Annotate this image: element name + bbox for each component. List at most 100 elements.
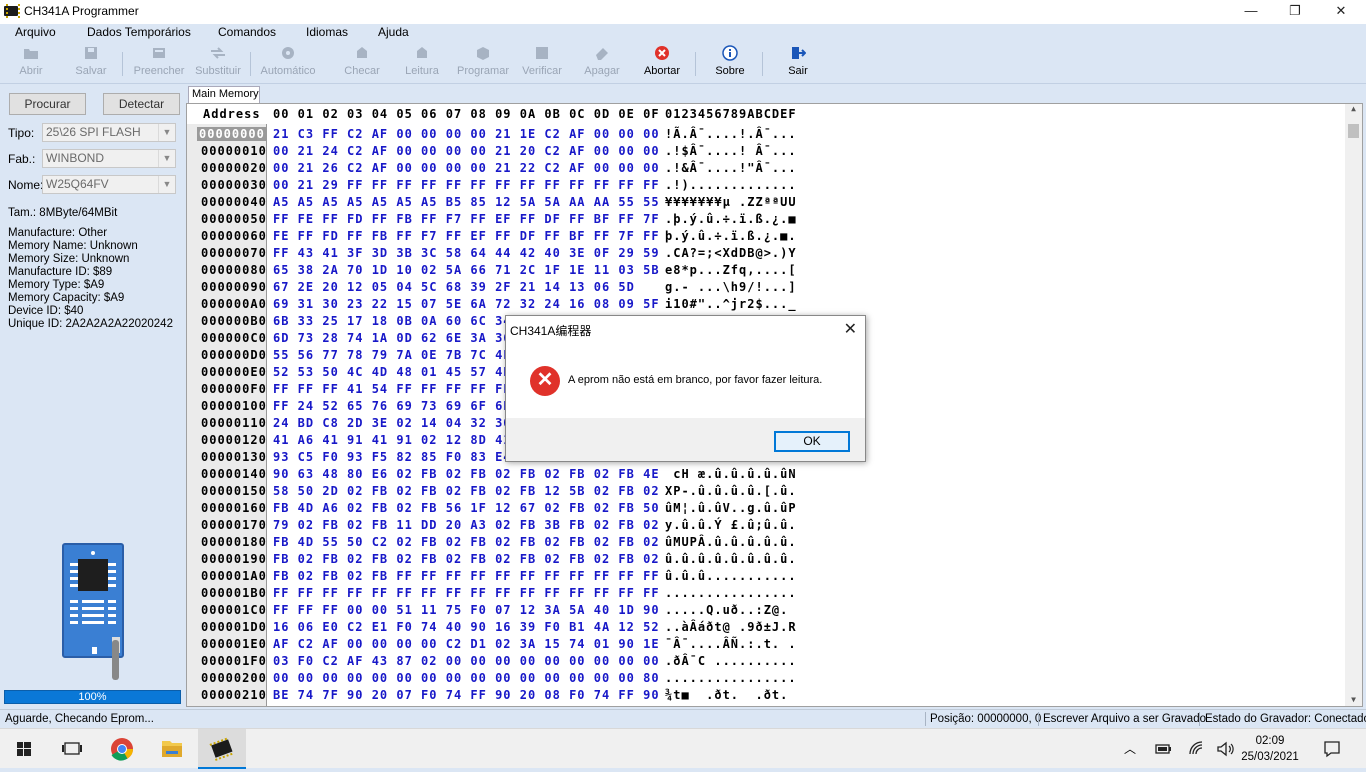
erase-button[interactable]: Apagar — [580, 42, 624, 84]
name-select[interactable]: W25Q64FV ▼ — [42, 175, 176, 194]
read-button[interactable]: Leitura — [400, 42, 444, 84]
hex-row[interactable]: 00000190 FB 02 FB 02 FB 02 FB 02 FB 02 FB… — [187, 549, 1347, 566]
minimize-button[interactable]: — — [1228, 0, 1274, 24]
vertical-scrollbar[interactable]: ▲ ▼ — [1345, 104, 1362, 706]
row-hex-bytes[interactable]: FF FF FF 00 00 51 11 75 F0 07 12 3A 5A 4… — [273, 603, 660, 617]
hex-row[interactable]: 00000150 58 50 2D 02 FB 02 FB 02 FB 02 FB… — [187, 481, 1347, 498]
row-ascii[interactable]: y.û.û.Ý £.û;û.û. — [665, 518, 797, 532]
restore-button[interactable]: ❐ — [1272, 0, 1318, 24]
row-hex-bytes[interactable]: 03 F0 C2 AF 43 87 02 00 00 00 00 00 00 0… — [273, 654, 660, 668]
row-hex-bytes[interactable]: 41 A6 41 91 41 91 02 12 8D 41 — [273, 433, 512, 447]
row-hex-bytes[interactable]: AF C2 AF 00 00 00 00 C2 D1 02 3A 15 74 0… — [273, 637, 660, 651]
hex-row[interactable]: 00000180 FB 4D 55 50 C2 02 FB 02 FB 02 FB… — [187, 532, 1347, 549]
row-ascii[interactable]: .!&Â¯....!"Â¯... — [665, 161, 797, 175]
row-hex-bytes[interactable]: 58 50 2D 02 FB 02 FB 02 FB 02 FB 12 5B 0… — [273, 484, 660, 498]
hex-row[interactable]: 00000160 FB 4D A6 02 FB 02 FB 56 1F 12 67… — [187, 498, 1347, 515]
hex-row[interactable]: 000001E0 AF C2 AF 00 00 00 00 C2 D1 02 3A… — [187, 634, 1347, 651]
row-ascii[interactable]: ................ — [665, 671, 797, 685]
row-ascii[interactable]: ¯Â¯....ÂÑ.:.t. . — [665, 637, 797, 651]
row-hex-bytes[interactable]: 65 38 2A 70 1D 10 02 5A 66 71 2C 1F 1E 1… — [273, 263, 660, 277]
row-ascii[interactable]: þ.ý.û.÷.ï.ß.¿.■. — [665, 229, 797, 243]
exit-button[interactable]: Sair — [778, 42, 818, 84]
start-button[interactable] — [0, 729, 48, 769]
hex-row[interactable]: 00000070 FF 43 41 3F 3D 3B 3C 58 64 44 42… — [187, 243, 1347, 260]
menu-idiomas[interactable]: Idiomas — [306, 25, 348, 39]
row-hex-bytes[interactable]: 6B 33 25 17 18 0B 0A 60 6C 34 — [273, 314, 512, 328]
row-hex-bytes[interactable]: 6D 73 28 74 1A 0D 62 6E 3A 36 — [273, 331, 512, 345]
hex-row[interactable]: 00000020 00 21 26 C2 AF 00 00 00 00 21 22… — [187, 158, 1347, 175]
row-hex-bytes[interactable]: FE FF FD FF FB FF F7 FF EF FF DF FF BF F… — [273, 229, 660, 243]
hex-row[interactable]: 000000A0 69 31 30 23 22 15 07 5E 6A 72 32… — [187, 294, 1347, 311]
menu-arquivo[interactable]: Arquivo — [15, 25, 56, 39]
row-hex-bytes[interactable]: FF 24 52 65 76 69 73 69 6F 6E — [273, 399, 512, 413]
ok-button[interactable]: OK — [774, 431, 850, 452]
row-ascii[interactable]: .!$Â¯....! Â¯... — [665, 144, 797, 158]
search-button[interactable]: Procurar — [9, 93, 86, 115]
hex-row[interactable]: 000001A0 FB 02 FB 02 FB FF FF FF FF FF FF… — [187, 566, 1347, 583]
row-hex-bytes[interactable]: 69 31 30 23 22 15 07 5E 6A 72 32 24 16 0… — [273, 297, 660, 311]
row-ascii[interactable]: g.- ...\h9/!...] — [665, 280, 797, 294]
close-button[interactable]: ✕ — [1318, 0, 1364, 24]
row-ascii[interactable]: i10#"..^jr2$..._ — [665, 297, 797, 311]
hex-row[interactable]: 00000080 65 38 2A 70 1D 10 02 5A 66 71 2C… — [187, 260, 1347, 277]
menu-ajuda[interactable]: Ajuda — [378, 25, 409, 39]
row-ascii[interactable]: .!)............. — [665, 178, 797, 192]
row-ascii[interactable]: .þ.ý.û.÷.ï.ß.¿.■ — [665, 212, 797, 226]
row-ascii[interactable]: .CA?=;<XdDB@>.)Y — [665, 246, 797, 260]
save-button[interactable]: Salvar — [70, 42, 112, 84]
row-ascii[interactable]: !Ã.Â¯....!.Â¯... — [665, 127, 797, 141]
row-hex-bytes[interactable]: FF FF FF FF FF FF FF FF FF FF FF FF FF F… — [273, 586, 660, 600]
hex-row[interactable]: 00000170 79 02 FB 02 FB 11 DD 20 A3 02 FB… — [187, 515, 1347, 532]
row-ascii[interactable]: ..àÂáðt@ .9ð±J.R — [665, 620, 797, 634]
hex-row[interactable]: 00000140 90 63 48 80 E6 02 FB 02 FB 02 FB… — [187, 464, 1347, 481]
row-hex-bytes[interactable]: 00 21 26 C2 AF 00 00 00 00 21 22 C2 AF 0… — [273, 161, 660, 175]
row-hex-bytes[interactable]: 90 63 48 80 E6 02 FB 02 FB 02 FB 02 FB 0… — [273, 467, 660, 481]
hex-row[interactable]: 00000200 00 00 00 00 00 00 00 00 00 00 00… — [187, 668, 1347, 685]
row-ascii[interactable]: cH æ.û.û.û.û.ûN — [665, 467, 797, 481]
battery-icon[interactable] — [1154, 741, 1172, 757]
scroll-down-icon[interactable]: ▼ — [1345, 695, 1362, 704]
speaker-icon[interactable] — [1216, 740, 1236, 758]
row-ascii[interactable]: .....Q.uð..:Z@. — [665, 603, 788, 617]
row-ascii[interactable]: ûM¦.û.ûV..g.û.ûP — [665, 501, 797, 515]
row-hex-bytes[interactable]: FF 43 41 3F 3D 3B 3C 58 64 44 42 40 3E 0… — [273, 246, 660, 260]
auto-button[interactable]: Automático — [258, 42, 318, 84]
task-view-button[interactable] — [48, 729, 96, 769]
notifications-icon[interactable] — [1322, 739, 1342, 759]
hex-row[interactable]: 000001F0 03 F0 C2 AF 43 87 02 00 00 00 00… — [187, 651, 1347, 668]
abort-button[interactable]: Abortar — [640, 42, 684, 84]
hex-row[interactable]: 00000050 FF FE FF FD FF FB FF F7 FF EF FF… — [187, 209, 1347, 226]
tab-main-memory[interactable]: Main Memory — [188, 86, 260, 103]
hex-row[interactable]: 00000040 A5 A5 A5 A5 A5 A5 A5 B5 85 12 5A… — [187, 192, 1347, 209]
row-hex-bytes[interactable]: FB 4D 55 50 C2 02 FB 02 FB 02 FB 02 FB 0… — [273, 535, 660, 549]
hex-row[interactable]: 00000090 67 2E 20 12 05 04 5C 68 39 2F 21… — [187, 277, 1347, 294]
row-hex-bytes[interactable]: 00 00 00 00 00 00 00 00 00 00 00 00 00 0… — [273, 671, 660, 685]
scroll-up-icon[interactable]: ▲ — [1345, 104, 1362, 113]
hex-row[interactable]: 00000030 00 21 29 FF FF FF FF FF FF FF FF… — [187, 175, 1347, 192]
row-hex-bytes[interactable]: A5 A5 A5 A5 A5 A5 A5 B5 85 12 5A 5A AA A… — [273, 195, 660, 209]
wifi-icon[interactable] — [1188, 740, 1206, 758]
file-explorer-taskbar-button[interactable] — [148, 729, 196, 769]
scroll-thumb[interactable] — [1348, 124, 1359, 138]
hex-row[interactable]: 00000210 BE 74 7F 90 20 07 F0 74 FF 90 20… — [187, 685, 1347, 702]
open-button[interactable]: Abrir — [10, 42, 52, 84]
row-hex-bytes[interactable]: 52 53 50 4C 4D 48 01 45 57 4E — [273, 365, 512, 379]
row-hex-bytes[interactable]: FB 02 FB 02 FB 02 FB 02 FB 02 FB 02 FB 0… — [273, 552, 660, 566]
row-hex-bytes[interactable]: 55 56 77 78 79 7A 0E 7B 7C 4F — [273, 348, 512, 362]
row-hex-bytes[interactable]: 00 21 29 FF FF FF FF FF FF FF FF FF FF F… — [273, 178, 660, 192]
chevron-up-icon[interactable]: ︿ — [1124, 740, 1136, 757]
hex-row[interactable]: 00000010 00 21 24 C2 AF 00 00 00 00 21 20… — [187, 141, 1347, 158]
row-hex-bytes[interactable]: BE 74 7F 90 20 07 F0 74 FF 90 20 08 F0 7… — [273, 688, 660, 702]
system-clock[interactable]: 02:09 25/03/2021 — [1240, 733, 1300, 765]
hex-row[interactable]: 000001B0 FF FF FF FF FF FF FF FF FF FF FF… — [187, 583, 1347, 600]
fill-button[interactable]: Preencher — [132, 42, 186, 84]
dialog-close-icon[interactable]: ✕ — [844, 319, 857, 339]
row-hex-bytes[interactable]: 24 BD C8 2D 3E 02 14 04 32 30 — [273, 416, 512, 430]
hex-row[interactable]: 00000060 FE FF FD FF FB FF F7 FF EF FF DF… — [187, 226, 1347, 243]
ch341a-taskbar-button[interactable] — [198, 729, 246, 769]
row-hex-bytes[interactable]: FB 4D A6 02 FB 02 FB 56 1F 12 67 02 FB 0… — [273, 501, 660, 515]
row-ascii[interactable]: û.û.û.û.û.û.û.û. — [665, 552, 797, 566]
detect-button[interactable]: Detectar — [103, 93, 180, 115]
chrome-taskbar-button[interactable] — [98, 729, 146, 769]
type-select[interactable]: 25\26 SPI FLASH ▼ — [42, 123, 176, 142]
